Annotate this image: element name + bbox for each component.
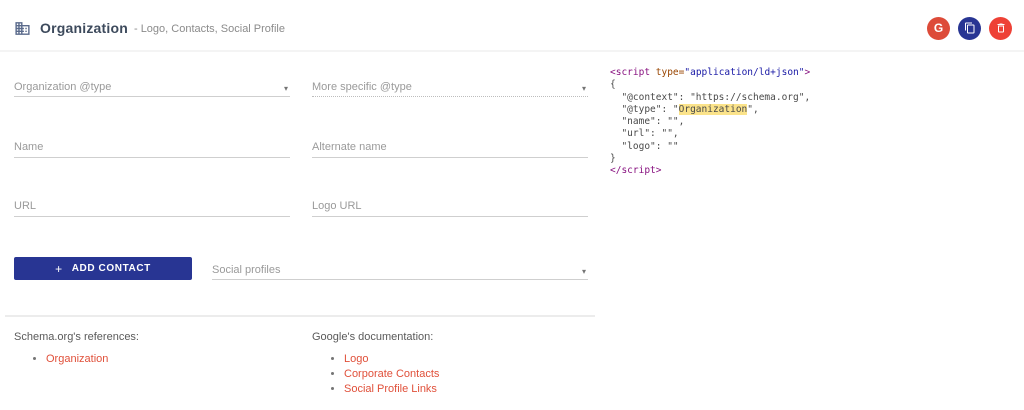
code-line: "url": "",	[610, 128, 679, 140]
more-specific-type-placeholder: More specific @type	[312, 81, 412, 93]
schema-references-list: Organization	[14, 353, 139, 365]
add-contact-button[interactable]: + ADD CONTACT	[14, 257, 192, 280]
section-divider	[5, 315, 595, 317]
google-test-button[interactable]: G	[927, 16, 950, 40]
organization-type-select[interactable]: Organization @type ▾	[14, 77, 290, 97]
building-icon	[14, 20, 31, 37]
trash-icon	[997, 23, 1004, 33]
reference-link[interactable]: Social Profile Links	[344, 383, 437, 395]
jsonld-code-preview: <script type="application/ld+json">{ "@c…	[610, 67, 1014, 178]
code-line: {	[610, 79, 616, 91]
schema-references-section: Schema.org's references: Organization	[14, 331, 139, 368]
copy-icon	[964, 22, 974, 34]
logo-url-input[interactable]	[312, 197, 588, 216]
social-profiles-placeholder: Social profiles	[212, 264, 281, 276]
code-line: }	[610, 153, 616, 165]
add-contact-label: ADD CONTACT	[71, 263, 151, 274]
code-line: </script>	[610, 165, 662, 177]
card-header: Organization - Logo, Contacts, Social Pr…	[14, 13, 1012, 43]
header-actions: G	[927, 16, 1012, 40]
more-specific-type-select[interactable]: More specific @type ▾	[312, 77, 588, 97]
header-divider	[0, 50, 1024, 52]
code-line: "name": "",	[610, 116, 685, 128]
code-line: <script type="application/ld+json">	[610, 67, 811, 78]
schema-references-heading: Schema.org's references:	[14, 331, 139, 343]
alternate-name-field-wrap	[312, 138, 588, 158]
social-profiles-select[interactable]: Social profiles ▾	[212, 260, 588, 280]
organization-type-placeholder: Organization @type	[14, 81, 112, 93]
url-input[interactable]	[14, 197, 290, 216]
logo-url-field-wrap	[312, 197, 588, 217]
google-g-icon: G	[933, 21, 944, 35]
plus-icon: +	[55, 261, 63, 276]
google-documentation-heading: Google's documentation:	[312, 331, 434, 343]
reference-link[interactable]: Logo	[344, 353, 368, 365]
reference-list-item: Corporate Contacts	[344, 368, 439, 380]
reference-link[interactable]: Organization	[46, 353, 108, 365]
delete-button[interactable]	[989, 16, 1012, 40]
reference-list-item: Logo	[344, 353, 439, 365]
google-documentation-list: Logo Corporate Contacts Social Profile Lin…	[312, 353, 439, 395]
code-line: "@context": "https://schema.org",	[610, 91, 811, 103]
chevron-down-icon: ▾	[283, 84, 288, 93]
reference-list-item: Organization	[46, 353, 139, 365]
chevron-down-icon: ▾	[581, 267, 586, 276]
organization-schema-card: Organization - Logo, Contacts, Social Pr…	[0, 0, 1024, 410]
chevron-down-icon: ▾	[581, 84, 586, 93]
page-subtitle: - Logo, Contacts, Social Profile	[133, 23, 285, 35]
copy-button[interactable]	[958, 16, 981, 40]
alternate-name-input[interactable]	[312, 138, 588, 157]
code-line: "@type": "Organization",	[610, 103, 759, 115]
google-documentation-section: Google's documentation: Logo Corporate Co…	[312, 331, 439, 398]
code-line: "logo": ""	[610, 140, 679, 152]
url-field-wrap	[14, 197, 290, 217]
reference-link[interactable]: Corporate Contacts	[344, 368, 439, 380]
page-title: Organization	[40, 20, 128, 36]
name-input[interactable]	[14, 138, 290, 157]
name-field-wrap	[14, 138, 290, 158]
reference-list-item: Social Profile Links	[344, 383, 439, 395]
